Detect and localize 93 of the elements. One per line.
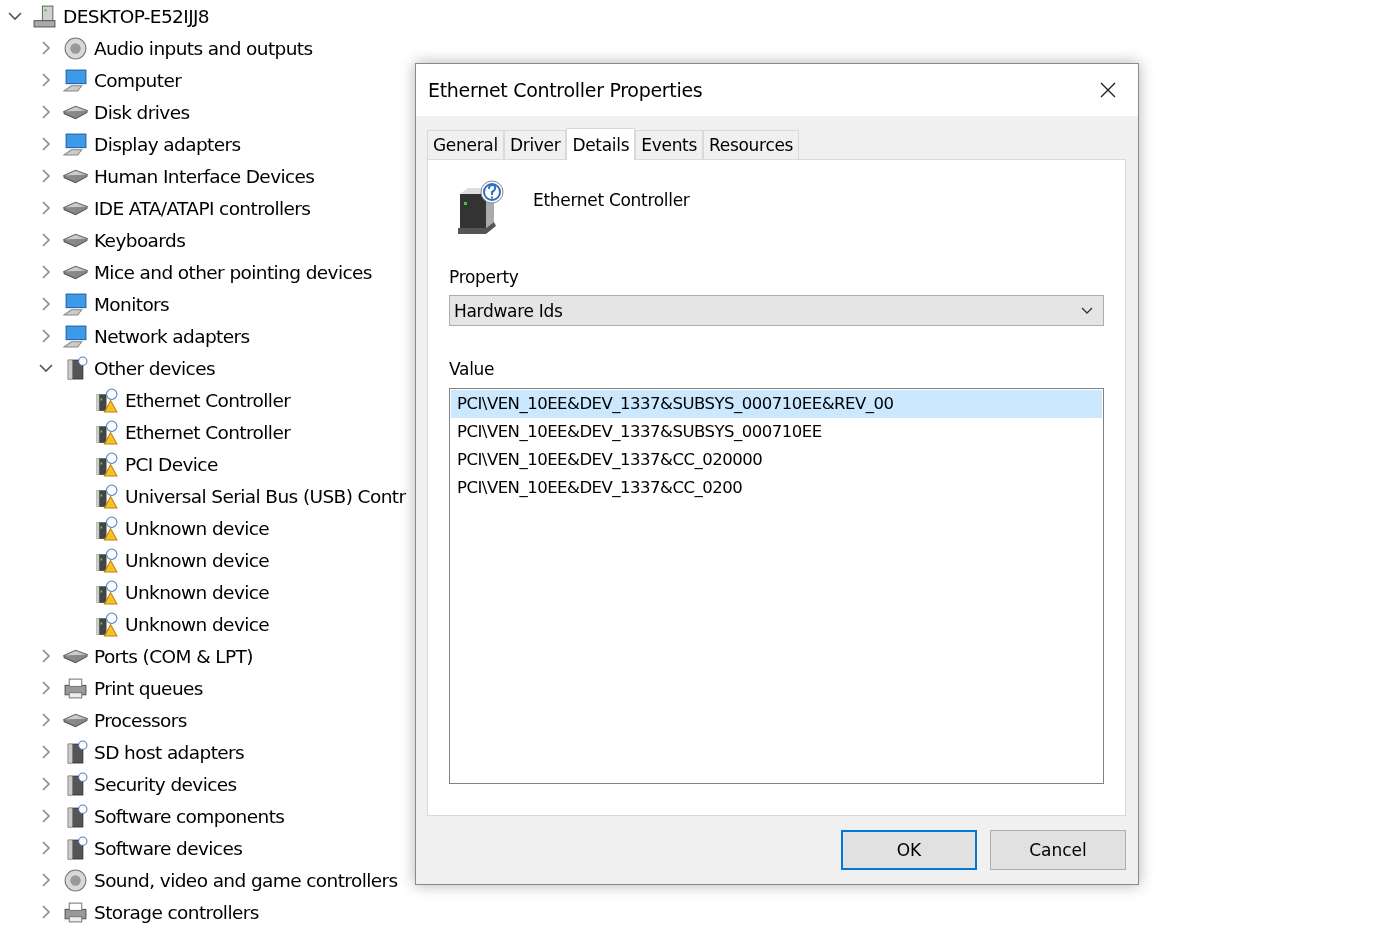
tree-item[interactable]: Print queues [94,677,203,699]
expand-chevron-icon[interactable] [41,329,51,343]
tree-item[interactable]: Software devices [94,837,243,859]
property-dropdown[interactable]: Hardware Ids [449,295,1104,326]
speaker-icon [63,35,88,61]
expand-chevron-icon[interactable] [41,681,51,695]
value-item[interactable]: PCI\VEN_10EE&DEV_1337&SUBSYS_000710EE [451,418,1102,446]
device-icon [63,712,88,728]
expand-chevron-icon[interactable] [41,713,51,727]
tree-item[interactable]: Ports (COM & LPT) [94,645,253,667]
speaker-icon [63,867,88,893]
tree-item[interactable]: Unknown device [125,517,270,539]
value-item[interactable]: PCI\VEN_10EE&DEV_1337&SUBSYS_000710EE&REV_00 [451,390,1102,418]
tree-item[interactable]: Unknown device [125,549,270,571]
device-icon [63,168,88,184]
expand-chevron-icon[interactable] [41,265,51,279]
tree-item[interactable]: Storage controllers [94,901,259,923]
computer-icon [32,3,57,29]
tree-item[interactable]: SD host adapters [94,741,245,763]
tree-item[interactable]: Ethernet Controller [125,389,291,411]
device-icon [63,232,88,248]
expand-chevron-icon[interactable] [41,41,51,55]
expand-chevron-icon[interactable] [41,873,51,887]
tree-item[interactable]: PCI Device [125,453,218,475]
collapse-chevron-icon[interactable] [8,11,22,21]
warning-device-icon [94,515,119,541]
tree-item[interactable]: Computer [94,69,182,91]
printer-icon [63,899,88,925]
dropdown-caret-icon [1081,306,1093,315]
dialog-title: Ethernet Controller Properties [428,79,703,101]
monitor-icon [63,323,88,349]
device-icon [63,264,88,280]
tab[interactable]: General [427,130,504,159]
property-label: Property [449,267,519,287]
printer-icon [63,675,88,701]
tree-item[interactable]: Unknown device [125,613,270,635]
expand-chevron-icon[interactable] [41,105,51,119]
device-name: Ethernet Controller [533,190,690,210]
tree-item[interactable]: Processors [94,709,187,731]
tab[interactable]: Details [566,128,636,160]
monitor-icon [63,131,88,157]
unknown-device-icon [456,180,504,234]
warning-device-icon [94,451,119,477]
close-icon[interactable] [1100,82,1116,98]
warning-device-icon [94,579,119,605]
tree-item[interactable]: Keyboards [94,229,186,251]
device-icon [63,104,88,120]
warning-device-icon [94,483,119,509]
tree-item[interactable]: Disk drives [94,101,190,123]
tree-item[interactable]: IDE ATA/ATAPI controllers [94,197,311,219]
tab[interactable]: Driver [503,130,567,159]
value-item[interactable]: PCI\VEN_10EE&DEV_1337&CC_0200 [451,474,1102,502]
tree-item[interactable]: Universal Serial Bus (USB) Contr [125,485,406,507]
warning-device-icon [94,387,119,413]
tree-item[interactable]: Ethernet Controller [125,421,291,443]
tree-item[interactable]: Audio inputs and outputs [94,37,313,59]
warning-device-icon [94,547,119,573]
tree-item[interactable]: Sound, video and game controllers [94,869,398,891]
tree-item[interactable]: DESKTOP-E52IJJ8 [63,5,210,27]
device-icon [63,648,88,664]
expand-chevron-icon[interactable] [41,201,51,215]
expand-chevron-icon[interactable] [41,169,51,183]
warning-device-icon [94,419,119,445]
tree-item[interactable]: Network adapters [94,325,250,347]
tree-item[interactable]: Mice and other pointing devices [94,261,372,283]
expand-chevron-icon[interactable] [41,137,51,151]
expand-chevron-icon[interactable] [41,73,51,87]
tree-item[interactable]: Other devices [94,357,215,379]
expand-chevron-icon[interactable] [41,745,51,759]
tree-item[interactable]: Display adapters [94,133,241,155]
ok-button[interactable]: OK [841,830,977,870]
value-label: Value [449,359,495,379]
tab[interactable]: Events [635,130,704,159]
collapse-chevron-icon[interactable] [39,363,53,373]
expand-chevron-icon[interactable] [41,905,51,919]
tree-item[interactable]: Unknown device [125,581,270,603]
expand-chevron-icon[interactable] [41,649,51,663]
monitor-icon [63,291,88,317]
warning-device-icon [94,611,119,637]
cancel-button[interactable]: Cancel [990,830,1126,870]
monitor-icon [63,67,88,93]
expand-chevron-icon[interactable] [41,777,51,791]
expand-chevron-icon[interactable] [41,841,51,855]
expand-chevron-icon[interactable] [41,809,51,823]
tree-item[interactable]: Human Interface Devices [94,165,315,187]
device-icon [63,200,88,216]
value-item[interactable]: PCI\VEN_10EE&DEV_1337&CC_020000 [451,446,1102,474]
tree-item[interactable]: Security devices [94,773,237,795]
expand-chevron-icon[interactable] [41,233,51,247]
tab[interactable]: Resources [703,130,800,159]
tree-item[interactable]: Software components [94,805,285,827]
expand-chevron-icon[interactable] [41,297,51,311]
tree-item[interactable]: Monitors [94,293,170,315]
